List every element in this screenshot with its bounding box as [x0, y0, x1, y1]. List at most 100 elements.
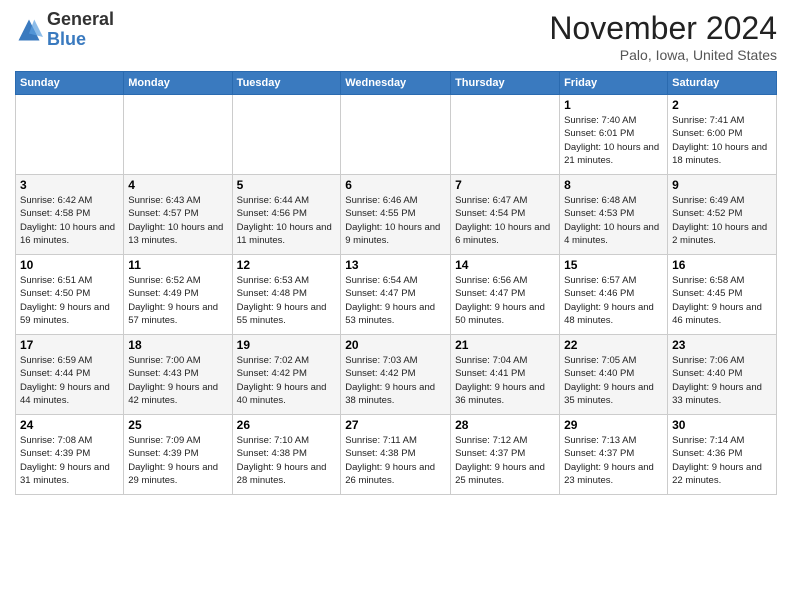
day-number: 5	[237, 178, 337, 192]
day-info: Sunrise: 7:06 AM Sunset: 4:40 PM Dayligh…	[672, 354, 772, 407]
calendar-cell: 8 Sunrise: 6:48 AM Sunset: 4:53 PM Daylig…	[560, 175, 668, 255]
calendar-cell: 23 Sunrise: 7:06 AM Sunset: 4:40 PM Dayli…	[668, 335, 777, 415]
day-info: Sunrise: 6:47 AM Sunset: 4:54 PM Dayligh…	[455, 194, 555, 247]
day-number: 8	[564, 178, 663, 192]
day-number: 28	[455, 418, 555, 432]
day-info: Sunrise: 7:04 AM Sunset: 4:41 PM Dayligh…	[455, 354, 555, 407]
day-info: Sunrise: 6:49 AM Sunset: 4:52 PM Dayligh…	[672, 194, 772, 247]
day-number: 29	[564, 418, 663, 432]
calendar-cell: 22 Sunrise: 7:05 AM Sunset: 4:40 PM Dayli…	[560, 335, 668, 415]
page-header: General Blue November 2024 Palo, Iowa, U…	[15, 10, 777, 63]
calendar-cell: 15 Sunrise: 6:57 AM Sunset: 4:46 PM Dayli…	[560, 255, 668, 335]
day-number: 26	[237, 418, 337, 432]
col-thursday: Thursday	[451, 72, 560, 95]
day-number: 15	[564, 258, 663, 272]
day-number: 20	[345, 338, 446, 352]
day-number: 3	[20, 178, 119, 192]
calendar-cell: 19Sunrise: 7:02 AM Sunset: 4:42 PM Dayli…	[232, 335, 341, 415]
calendar-cell: 24Sunrise: 7:08 AM Sunset: 4:39 PM Dayli…	[16, 415, 124, 495]
day-number: 27	[345, 418, 446, 432]
calendar-cell: 10 Sunrise: 6:51 AM Sunset: 4:50 PM Dayli…	[16, 255, 124, 335]
calendar-table: Sunday Monday Tuesday Wednesday Thursday…	[15, 71, 777, 495]
calendar-cell: 6Sunrise: 6:46 AM Sunset: 4:55 PM Daylig…	[341, 175, 451, 255]
calendar-cell: 18Sunrise: 7:00 AM Sunset: 4:43 PM Dayli…	[124, 335, 232, 415]
calendar-cell: 14 Sunrise: 6:56 AM Sunset: 4:47 PM Dayli…	[451, 255, 560, 335]
day-number: 19	[237, 338, 337, 352]
calendar-cell: 1 Sunrise: 7:40 AM Sunset: 6:01 PM Daylig…	[560, 95, 668, 175]
day-number: 4	[128, 178, 227, 192]
day-info: Sunrise: 7:11 AM Sunset: 4:38 PM Dayligh…	[345, 434, 446, 487]
calendar-cell	[341, 95, 451, 175]
day-info: Sunrise: 7:00 AM Sunset: 4:43 PM Dayligh…	[128, 354, 227, 407]
col-sunday: Sunday	[16, 72, 124, 95]
day-info: Sunrise: 7:41 AM Sunset: 6:00 PM Dayligh…	[672, 114, 772, 167]
day-info: Sunrise: 6:56 AM Sunset: 4:47 PM Dayligh…	[455, 274, 555, 327]
day-info: Sunrise: 7:05 AM Sunset: 4:40 PM Dayligh…	[564, 354, 663, 407]
calendar-cell	[232, 95, 341, 175]
calendar-cell: 29 Sunrise: 7:13 AM Sunset: 4:37 PM Dayli…	[560, 415, 668, 495]
day-info: Sunrise: 6:48 AM Sunset: 4:53 PM Dayligh…	[564, 194, 663, 247]
day-number: 16	[672, 258, 772, 272]
day-info: Sunrise: 7:09 AM Sunset: 4:39 PM Dayligh…	[128, 434, 227, 487]
day-number: 25	[128, 418, 227, 432]
col-wednesday: Wednesday	[341, 72, 451, 95]
calendar-cell	[124, 95, 232, 175]
calendar-week-3: 10 Sunrise: 6:51 AM Sunset: 4:50 PM Dayli…	[16, 255, 777, 335]
calendar-cell: 4 Sunrise: 6:43 AM Sunset: 4:57 PM Daylig…	[124, 175, 232, 255]
day-info: Sunrise: 6:57 AM Sunset: 4:46 PM Dayligh…	[564, 274, 663, 327]
calendar-cell: 13 Sunrise: 6:54 AM Sunset: 4:47 PM Dayli…	[341, 255, 451, 335]
calendar-cell: 26 Sunrise: 7:10 AM Sunset: 4:38 PM Dayli…	[232, 415, 341, 495]
calendar-cell: 25 Sunrise: 7:09 AM Sunset: 4:39 PM Dayli…	[124, 415, 232, 495]
location: Palo, Iowa, United States	[549, 47, 777, 63]
day-info: Sunrise: 6:53 AM Sunset: 4:48 PM Dayligh…	[237, 274, 337, 327]
col-friday: Friday	[560, 72, 668, 95]
day-number: 9	[672, 178, 772, 192]
calendar-cell: 3 Sunrise: 6:42 AM Sunset: 4:58 PM Daylig…	[16, 175, 124, 255]
day-info: Sunrise: 6:52 AM Sunset: 4:49 PM Dayligh…	[128, 274, 227, 327]
calendar-cell: 28 Sunrise: 7:12 AM Sunset: 4:37 PM Dayli…	[451, 415, 560, 495]
logo-general-text: General	[47, 9, 114, 29]
calendar-cell: 16 Sunrise: 6:58 AM Sunset: 4:45 PM Dayli…	[668, 255, 777, 335]
day-number: 10	[20, 258, 119, 272]
day-number: 17	[20, 338, 119, 352]
day-number: 23	[672, 338, 772, 352]
day-info: Sunrise: 7:14 AM Sunset: 4:36 PM Dayligh…	[672, 434, 772, 487]
day-info: Sunrise: 6:42 AM Sunset: 4:58 PM Dayligh…	[20, 194, 119, 247]
calendar-cell	[16, 95, 124, 175]
calendar-cell: 2 Sunrise: 7:41 AM Sunset: 6:00 PM Daylig…	[668, 95, 777, 175]
col-tuesday: Tuesday	[232, 72, 341, 95]
day-info: Sunrise: 6:54 AM Sunset: 4:47 PM Dayligh…	[345, 274, 446, 327]
logo-icon	[15, 16, 43, 44]
title-block: November 2024 Palo, Iowa, United States	[549, 10, 777, 63]
calendar-cell: 5 Sunrise: 6:44 AM Sunset: 4:56 PM Daylig…	[232, 175, 341, 255]
day-info: Sunrise: 6:51 AM Sunset: 4:50 PM Dayligh…	[20, 274, 119, 327]
calendar-cell: 7Sunrise: 6:47 AM Sunset: 4:54 PM Daylig…	[451, 175, 560, 255]
day-info: Sunrise: 7:13 AM Sunset: 4:37 PM Dayligh…	[564, 434, 663, 487]
day-number: 12	[237, 258, 337, 272]
calendar-cell: 12 Sunrise: 6:53 AM Sunset: 4:48 PM Dayli…	[232, 255, 341, 335]
day-info: Sunrise: 6:44 AM Sunset: 4:56 PM Dayligh…	[237, 194, 337, 247]
col-saturday: Saturday	[668, 72, 777, 95]
day-info: Sunrise: 7:08 AM Sunset: 4:39 PM Dayligh…	[20, 434, 119, 487]
day-info: Sunrise: 7:12 AM Sunset: 4:37 PM Dayligh…	[455, 434, 555, 487]
day-number: 14	[455, 258, 555, 272]
day-number: 2	[672, 98, 772, 112]
day-info: Sunrise: 6:43 AM Sunset: 4:57 PM Dayligh…	[128, 194, 227, 247]
calendar-cell	[451, 95, 560, 175]
calendar-week-2: 3 Sunrise: 6:42 AM Sunset: 4:58 PM Daylig…	[16, 175, 777, 255]
day-number: 22	[564, 338, 663, 352]
day-info: Sunrise: 6:59 AM Sunset: 4:44 PM Dayligh…	[20, 354, 119, 407]
day-number: 30	[672, 418, 772, 432]
day-info: Sunrise: 7:10 AM Sunset: 4:38 PM Dayligh…	[237, 434, 337, 487]
day-info: Sunrise: 6:58 AM Sunset: 4:45 PM Dayligh…	[672, 274, 772, 327]
calendar-cell: 27 Sunrise: 7:11 AM Sunset: 4:38 PM Dayli…	[341, 415, 451, 495]
day-number: 1	[564, 98, 663, 112]
day-number: 11	[128, 258, 227, 272]
day-number: 6	[345, 178, 446, 192]
day-info: Sunrise: 7:40 AM Sunset: 6:01 PM Dayligh…	[564, 114, 663, 167]
day-number: 13	[345, 258, 446, 272]
day-info: Sunrise: 7:03 AM Sunset: 4:42 PM Dayligh…	[345, 354, 446, 407]
logo-blue-text: Blue	[47, 29, 86, 49]
calendar-cell: 17 Sunrise: 6:59 AM Sunset: 4:44 PM Dayli…	[16, 335, 124, 415]
month-title: November 2024	[549, 10, 777, 47]
